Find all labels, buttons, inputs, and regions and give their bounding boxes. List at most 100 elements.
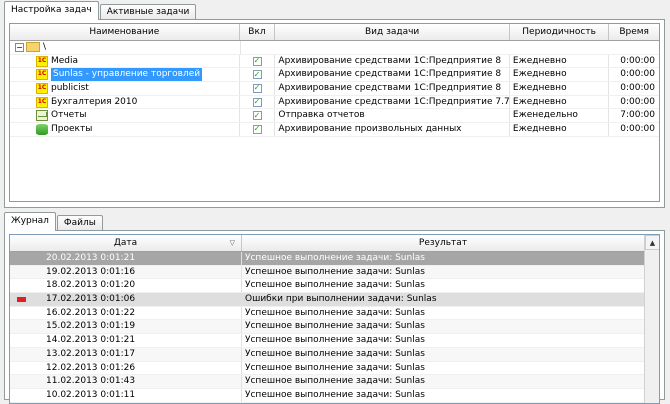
task-name: Проекты xyxy=(51,124,93,135)
tasks-grid-header: Наименование Вкл Вид задачи Периодичност… xyxy=(10,24,659,41)
task-row[interactable]: 1C Sunlas - управление торговлей ✓ Архив… xyxy=(10,68,659,83)
1c-icon: 1C xyxy=(36,82,48,94)
task-enabled-checkbox[interactable]: ✓ xyxy=(252,97,262,107)
task-name-cell: Проекты xyxy=(10,123,240,136)
log-result: Успешное выполнение задачи: Sunlas xyxy=(245,335,425,346)
task-row[interactable]: Проекты ✓ Архивирование произвольных дан… xyxy=(10,123,659,137)
log-row[interactable]: 11.02.2013 0:01:43 Успешное выполнение з… xyxy=(10,375,644,389)
task-enabled-checkbox[interactable]: ✓ xyxy=(252,56,262,66)
log-date-cell: 15.02.2013 0:01:19 xyxy=(10,320,242,334)
task-row[interactable]: 1C publicist ✓ Архивирование средствами … xyxy=(10,82,659,96)
sort-desc-icon: ▽ xyxy=(229,239,235,247)
log-row[interactable]: 14.02.2013 0:01:21 Успешное выполнение з… xyxy=(10,334,644,348)
task-kind: Архивирование средствами 1С:Предприятие … xyxy=(275,82,510,95)
log-row[interactable]: 19.02.2013 0:01:16 Успешное выполнение з… xyxy=(10,265,644,280)
log-date-cell: 14.02.2013 0:01:21 xyxy=(10,334,242,347)
log-date-cell: 11.02.2013 0:01:43 xyxy=(10,375,242,388)
task-name: publicist xyxy=(51,83,89,94)
1c-icon: 1C xyxy=(36,69,48,81)
1c-icon: 1C xyxy=(36,96,48,108)
task-row[interactable]: Отчеты ✓ Отправка отчетов Еженедельно 7:… xyxy=(10,109,659,124)
log-grid-header: Дата ▽ Результат xyxy=(10,235,644,252)
log-status-cell xyxy=(10,293,46,306)
task-enabled-checkbox[interactable]: ✓ xyxy=(252,83,262,93)
col-header-enabled[interactable]: Вкл xyxy=(240,24,276,40)
task-time: 0:00:00 xyxy=(620,96,655,107)
log-status-cell xyxy=(10,307,46,320)
task-time: 0:00:00 xyxy=(620,83,655,94)
log-row[interactable]: 16.02.2013 0:01:22 Успешное выполнение з… xyxy=(10,306,644,321)
log-date: 14.02.2013 0:01:21 xyxy=(46,335,136,346)
col-header-name[interactable]: Наименование xyxy=(10,24,240,40)
col-header-result[interactable]: Результат xyxy=(242,235,644,251)
log-result: Успешное выполнение задачи: Sunlas xyxy=(245,362,425,373)
log-date: 20.02.2013 0:01:21 xyxy=(46,253,136,263)
log-grid: Дата ▽ Результат 20.02.2013 0:01:21 Успе… xyxy=(9,234,660,404)
top-tabstrip: Настройка задач Активные задачи xyxy=(4,1,197,20)
task-time: 0:00:00 xyxy=(620,55,655,66)
log-row[interactable]: 12.02.2013 0:01:26 Успешное выполнение з… xyxy=(10,361,644,376)
log-row[interactable]: 17.02.2013 0:01:06 Ошибки при выполнении… xyxy=(10,293,644,307)
task-name-cell: 1C Бухгалтерия 2010 xyxy=(10,95,240,109)
log-date-cell: 19.02.2013 0:01:16 xyxy=(10,265,242,279)
task-row[interactable]: 1C Media ✓ Архивирование средствами 1С:П… xyxy=(10,54,659,69)
task-kind: Архивирование средствами 1С:Предприятие … xyxy=(275,68,510,82)
log-status-cell xyxy=(10,348,46,361)
task-name: Бухгалтерия 2010 xyxy=(51,96,138,107)
log-date: 17.02.2013 0:01:06 xyxy=(46,294,136,305)
col-header-date[interactable]: Дата ▽ xyxy=(10,235,242,251)
log-status-cell xyxy=(10,375,46,388)
col-header-date-label: Дата xyxy=(113,238,138,248)
log-date-cell: 16.02.2013 0:01:22 xyxy=(10,306,242,320)
task-enabled-checkbox[interactable]: ✓ xyxy=(252,124,262,134)
tree-root-row[interactable]: − \ xyxy=(10,41,659,55)
log-date-cell: 18.02.2013 0:01:20 xyxy=(10,279,242,293)
database-icon xyxy=(36,123,48,135)
log-row[interactable]: 13.02.2013 0:01:17 Успешное выполнение з… xyxy=(10,347,644,362)
bottom-tabstrip: Журнал Файлы xyxy=(4,212,104,231)
task-period: Еженедельно xyxy=(510,109,610,123)
log-date-cell: 20.02.2013 0:01:21 xyxy=(10,252,242,265)
log-result: Успешное выполнение задачи: Sunlas xyxy=(245,266,425,277)
task-settings-panel: Наименование Вкл Вид задачи Периодичност… xyxy=(4,19,665,208)
log-status-cell xyxy=(10,334,46,347)
task-time: 0:00:00 xyxy=(620,69,655,80)
log-row[interactable]: 10.02.2013 0:01:11 Успешное выполнение з… xyxy=(10,388,644,403)
task-enabled-checkbox[interactable]: ✓ xyxy=(252,70,262,80)
task-row[interactable]: 1C Бухгалтерия 2010 ✓ Архивирование сред… xyxy=(10,95,659,110)
task-name-cell: 1C Sunlas - управление торговлей xyxy=(10,68,240,82)
task-name: Отчеты xyxy=(51,110,87,121)
task-enabled-checkbox[interactable]: ✓ xyxy=(252,111,262,121)
tab-active-tasks[interactable]: Активные задачи xyxy=(99,4,197,20)
col-header-time[interactable]: Время xyxy=(609,24,659,40)
tab-task-settings[interactable]: Настройка задач xyxy=(4,1,99,20)
log-date-cell: 13.02.2013 0:01:17 xyxy=(10,347,242,361)
log-result: Успешное выполнение задачи: Sunlas xyxy=(245,307,425,318)
log-row[interactable]: 18.02.2013 0:01:20 Успешное выполнение з… xyxy=(10,279,644,294)
log-date: 12.02.2013 0:01:26 xyxy=(46,362,136,373)
collapse-icon[interactable]: − xyxy=(15,42,24,52)
log-date-cell: 17.02.2013 0:01:06 xyxy=(10,293,242,306)
tab-files[interactable]: Файлы xyxy=(56,215,103,231)
task-period: Ежедневно xyxy=(510,82,610,95)
task-name: Media xyxy=(51,55,79,66)
log-date: 15.02.2013 0:01:19 xyxy=(46,321,136,332)
folder-icon xyxy=(26,42,40,53)
log-scrollbar[interactable]: ▲ xyxy=(644,235,659,403)
log-status-cell xyxy=(10,279,46,292)
log-date-cell: 12.02.2013 0:01:26 xyxy=(10,361,242,375)
task-enabled-cell: ✓ xyxy=(240,54,276,68)
task-kind: Архивирование произвольных данных xyxy=(275,123,510,136)
tab-journal[interactable]: Журнал xyxy=(4,212,56,231)
log-status-cell xyxy=(10,266,46,279)
scroll-up-icon[interactable]: ▲ xyxy=(645,235,659,250)
col-header-period[interactable]: Периодичность xyxy=(510,24,610,40)
col-header-kind[interactable]: Вид задачи xyxy=(275,24,510,40)
log-result: Ошибки при выполнении задачи: Sunlas xyxy=(245,294,437,305)
task-time: 7:00:00 xyxy=(620,110,655,121)
log-row[interactable]: 15.02.2013 0:01:19 Успешное выполнение з… xyxy=(10,320,644,335)
task-name-cell: Отчеты xyxy=(10,109,240,123)
log-row[interactable]: 20.02.2013 0:01:21 Успешное выполнение з… xyxy=(10,252,644,266)
log-date: 11.02.2013 0:01:43 xyxy=(46,376,136,387)
task-kind: Архивирование средствами 1С:Предприятие … xyxy=(275,54,510,68)
